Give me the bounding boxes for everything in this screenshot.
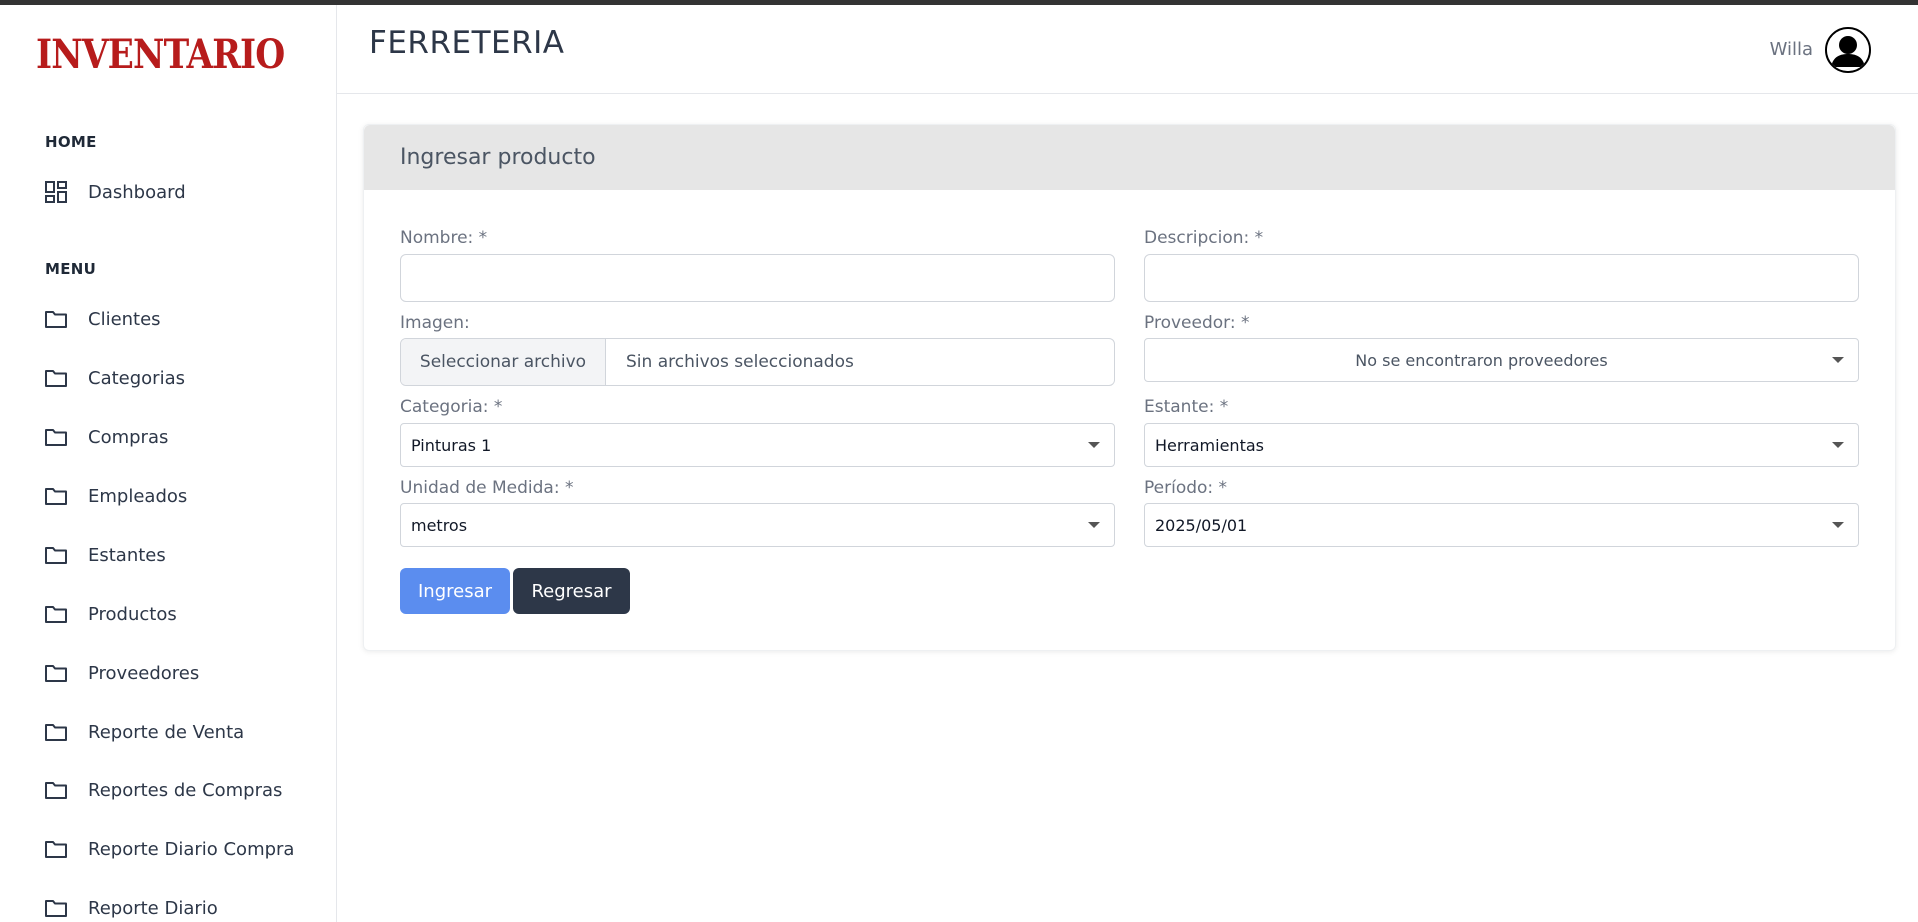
sidebar-item-label: Reporte de Venta (88, 721, 245, 743)
sidebar-item-label: Estantes (88, 544, 166, 566)
sidebar-item-reporte-venta[interactable]: Reporte de Venta (44, 712, 324, 752)
dashboard-icon (44, 180, 68, 204)
estante-select[interactable]: Herramientas (1144, 423, 1859, 467)
file-status-text: Sin archivos seleccionados (626, 352, 854, 372)
periodo-selected: 2025/05/01 (1155, 515, 1248, 535)
estante-selected: Herramientas (1155, 435, 1264, 455)
sidebar-item-categorias[interactable]: Categorias (44, 358, 324, 398)
categoria-select[interactable]: Pinturas 1 (400, 423, 1115, 467)
sidebar-item-proveedores[interactable]: Proveedores (44, 653, 324, 693)
proveedor-select[interactable]: No se encontraron proveedores (1144, 338, 1859, 382)
sidebar-item-label: Productos (88, 603, 177, 625)
folder-icon (44, 661, 68, 685)
product-form-card: Ingresar producto Nombre: * Descripcion:… (363, 124, 1896, 651)
folder-icon (44, 896, 68, 920)
user-name[interactable]: Willa (1770, 39, 1813, 60)
chevron-down-icon (1832, 357, 1844, 363)
sidebar-item-label: Dashboard (88, 181, 186, 203)
folder-icon (44, 543, 68, 567)
categoria-selected: Pinturas 1 (411, 435, 492, 455)
folder-icon (44, 484, 68, 508)
sidebar-item-clientes[interactable]: Clientes (44, 299, 324, 339)
sidebar-item-dashboard[interactable]: Dashboard (44, 172, 324, 212)
chevron-down-icon (1832, 442, 1844, 448)
descripcion-label: Descripcion: * (1144, 228, 1264, 248)
chevron-down-icon (1832, 522, 1844, 528)
categoria-label: Categoria: * (400, 397, 503, 417)
nombre-label: Nombre: * (400, 228, 488, 248)
ingresar-button[interactable]: Ingresar (400, 568, 510, 614)
chevron-down-icon (1088, 522, 1100, 528)
folder-icon (44, 425, 68, 449)
sidebar-item-label: Reporte Diario (88, 897, 218, 919)
descripcion-input[interactable] (1144, 254, 1859, 302)
sidebar: INVENTARIO HOME Dashboard MENU Clientes … (0, 5, 337, 922)
sidebar-item-empleados[interactable]: Empleados (44, 476, 324, 516)
folder-icon (44, 720, 68, 744)
folder-icon (44, 366, 68, 390)
sidebar-item-compras[interactable]: Compras (44, 417, 324, 457)
unidad-select[interactable]: metros (400, 503, 1115, 547)
card-title: Ingresar producto (400, 145, 596, 170)
regresar-button[interactable]: Regresar (513, 568, 630, 614)
avatar[interactable] (1825, 27, 1871, 73)
imagen-label: Imagen: (400, 313, 470, 333)
top-header: FERRETERIA Willa (337, 5, 1918, 94)
sidebar-item-label: Reporte Diario Compra (88, 838, 295, 860)
folder-icon (44, 602, 68, 626)
brand-logo[interactable]: INVENTARIO (36, 31, 285, 78)
estante-label: Estante: * (1144, 397, 1229, 417)
sidebar-item-reportes-compras[interactable]: Reportes de Compras (44, 770, 324, 810)
chevron-down-icon (1088, 442, 1100, 448)
proveedor-selected: No se encontraron proveedores (1355, 350, 1608, 370)
sidebar-item-label: Reportes de Compras (88, 779, 283, 801)
folder-icon (44, 307, 68, 331)
sidebar-item-label: Categorias (88, 367, 185, 389)
periodo-select[interactable]: 2025/05/01 (1144, 503, 1859, 547)
page-title: FERRETERIA (369, 25, 565, 61)
unidad-label: Unidad de Medida: * (400, 478, 574, 498)
card-header: Ingresar producto (364, 125, 1895, 190)
sidebar-item-label: Clientes (88, 308, 161, 330)
unidad-selected: metros (411, 515, 468, 535)
sidebar-item-productos[interactable]: Productos (44, 594, 324, 634)
sidebar-item-label: Empleados (88, 485, 188, 507)
home-section-label: HOME (45, 133, 97, 151)
sidebar-item-reporte-diario[interactable]: Reporte Diario (44, 888, 324, 922)
nombre-input[interactable] (400, 254, 1115, 302)
sidebar-item-reporte-diario-compra[interactable]: Reporte Diario Compra (44, 829, 324, 869)
folder-icon (44, 778, 68, 802)
sidebar-item-label: Compras (88, 426, 169, 448)
menu-section-label: MENU (45, 260, 97, 278)
periodo-label: Período: * (1144, 478, 1228, 498)
sidebar-item-estantes[interactable]: Estantes (44, 535, 324, 575)
select-file-button[interactable]: Seleccionar archivo (401, 339, 606, 385)
imagen-file-input[interactable]: Seleccionar archivo Sin archivos selecci… (400, 338, 1115, 386)
proveedor-label: Proveedor: * (1144, 313, 1250, 333)
folder-icon (44, 837, 68, 861)
user-avatar-icon (1827, 29, 1869, 71)
sidebar-item-label: Proveedores (88, 662, 200, 684)
